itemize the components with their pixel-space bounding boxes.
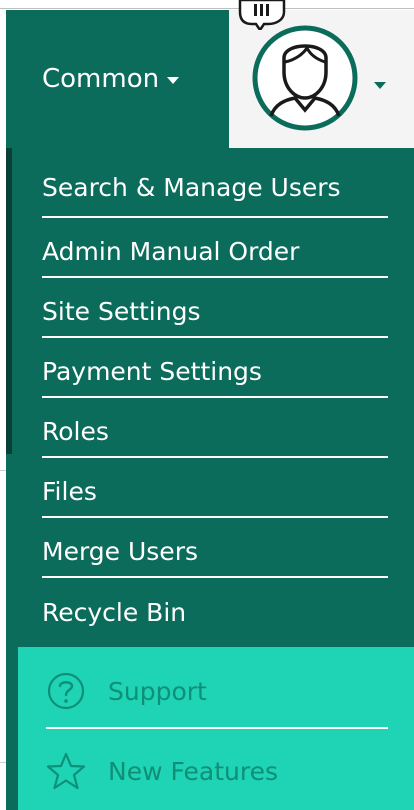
common-menu-toggle[interactable]: Common [6, 10, 229, 148]
menu-item-label: Files [42, 476, 97, 506]
dropdown-shadow-edge [6, 148, 12, 454]
menu-item-label: Recycle Bin [42, 597, 187, 627]
menu-item-label: Roles [42, 416, 109, 446]
new-features-label: New Features [108, 756, 278, 786]
dropdown-footer: Support New Features [18, 647, 414, 810]
user-caret-down-icon [374, 82, 386, 89]
background-divider [0, 8, 414, 9]
star-icon [46, 752, 86, 790]
menu-item-merge-users[interactable]: Merge Users [42, 518, 388, 578]
caret-down-icon [167, 77, 180, 84]
menu-item-roles[interactable]: Roles [42, 398, 388, 458]
menu-item-label: Admin Manual Order [42, 236, 300, 266]
menu-item-payment-settings[interactable]: Payment Settings [42, 338, 388, 398]
menu-item-site-settings[interactable]: Site Settings [42, 278, 388, 338]
support-link[interactable]: Support [46, 661, 388, 721]
menu-item-recycle-bin[interactable]: Recycle Bin [42, 578, 388, 638]
new-features-link[interactable]: New Features [46, 741, 388, 801]
question-circle-icon [47, 672, 85, 710]
footer-divider [46, 727, 388, 729]
user-avatar-icon [252, 25, 358, 131]
menu-item-admin-manual-order[interactable]: Admin Manual Order [42, 218, 388, 278]
menu-item-label: Merge Users [42, 536, 198, 566]
admin-menu-page: Common Search & Manage Users Admin Manua… [0, 0, 414, 810]
top-nav-bar: Common [6, 10, 414, 148]
user-account-toggle[interactable] [229, 10, 414, 148]
chat-bubble-icon [238, 0, 286, 30]
menu-item-label: Payment Settings [42, 356, 262, 386]
menu-item-files[interactable]: Files [42, 458, 388, 518]
menu-item-label: Site Settings [42, 296, 201, 326]
menu-item-search-manage-users[interactable]: Search & Manage Users [42, 148, 388, 218]
admin-menu-list: Search & Manage Users Admin Manual Order… [42, 148, 388, 638]
common-menu-label: Common [42, 64, 160, 94]
menu-item-label: Search & Manage Users [42, 172, 341, 202]
support-label: Support [108, 676, 207, 706]
